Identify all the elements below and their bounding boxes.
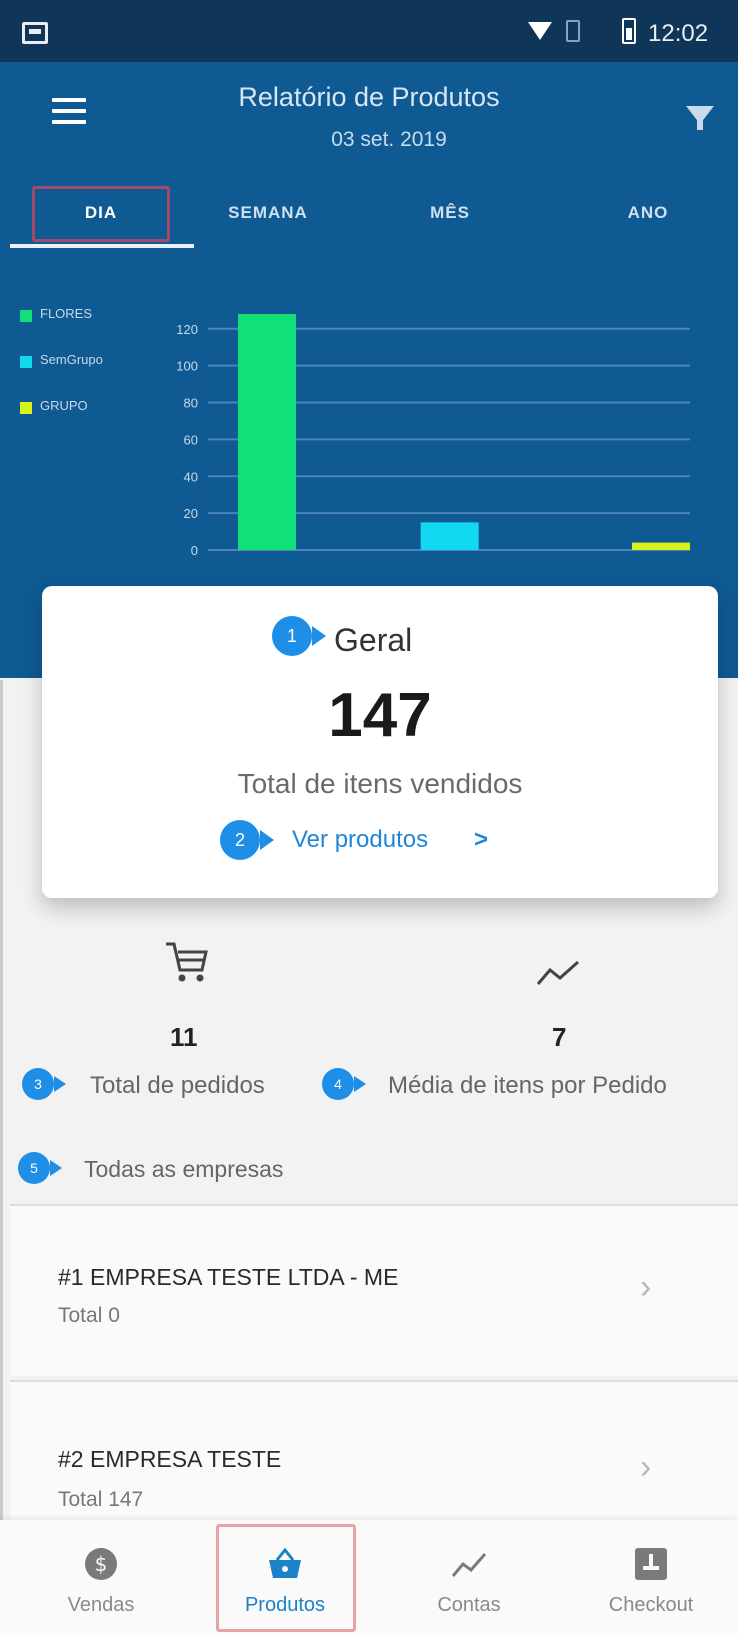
status-bar: 12:02 bbox=[0, 0, 738, 62]
summary-card: 1 Geral 147 Total de itens vendidos 2 Ve… bbox=[42, 586, 718, 898]
nav-label: Contas bbox=[437, 1594, 501, 1616]
total-items-label: Total de itens vendidos bbox=[237, 768, 523, 799]
legend-label: FLORES bbox=[40, 306, 93, 321]
cart-icon bbox=[166, 942, 208, 982]
y-tick-label: 100 bbox=[176, 359, 198, 374]
status-time: 12:02 bbox=[648, 20, 709, 47]
divider bbox=[0, 680, 3, 1635]
chart-legend: FLORES SemGrupo GRUPO bbox=[20, 306, 103, 444]
step-badge: 3 bbox=[22, 1068, 66, 1100]
y-tick-label: 20 bbox=[184, 506, 198, 521]
y-tick-label: 60 bbox=[184, 432, 198, 447]
legend-label: SemGrupo bbox=[40, 352, 103, 367]
y-tick-label: 40 bbox=[184, 469, 198, 484]
chevron-right-icon[interactable]: > bbox=[474, 826, 488, 854]
trend-icon bbox=[536, 960, 579, 985]
chevron-right-icon: › bbox=[640, 1268, 652, 1306]
chart-bar bbox=[632, 542, 690, 550]
nav-highlight bbox=[216, 1524, 356, 1632]
tab-highlight bbox=[32, 186, 170, 242]
battery-icon bbox=[622, 18, 636, 44]
view-products-link[interactable]: Ver produtos bbox=[292, 826, 428, 854]
companies-filter[interactable]: Todas as empresas bbox=[84, 1156, 283, 1183]
nav-vendas[interactable]: $ Vendas bbox=[16, 1520, 186, 1635]
company-total: Total 147 bbox=[58, 1488, 144, 1511]
legend-swatch bbox=[20, 310, 32, 322]
tab-semana[interactable]: SEMANA bbox=[198, 180, 338, 246]
tab-ano[interactable]: ANO bbox=[580, 180, 716, 246]
card-heading: Geral bbox=[334, 622, 413, 658]
sim-icon bbox=[566, 20, 580, 42]
nav-checkout[interactable]: Checkout bbox=[566, 1520, 736, 1635]
step-badge: 5 bbox=[18, 1152, 62, 1184]
company-total: Total 0 bbox=[58, 1304, 120, 1327]
y-tick-label: 0 bbox=[191, 543, 198, 558]
page-title: Relatório de Produtos bbox=[238, 82, 500, 112]
legend-swatch bbox=[20, 356, 32, 368]
save-icon bbox=[22, 22, 48, 44]
total-orders-label: Total de pedidos bbox=[90, 1072, 265, 1099]
avg-items-label: Média de itens por Pedido bbox=[388, 1072, 667, 1099]
step-badge: 4 bbox=[322, 1068, 366, 1100]
svg-text:$: $ bbox=[95, 1552, 108, 1576]
nav-label: Checkout bbox=[608, 1594, 694, 1616]
legend-item: GRUPO bbox=[20, 398, 103, 444]
filter-icon[interactable] bbox=[686, 106, 714, 130]
bottom-nav: $ Vendas Produtos Contas Checkout bbox=[0, 1520, 738, 1635]
page-subtitle: 03 set. 2019 bbox=[331, 128, 447, 151]
legend-swatch bbox=[20, 402, 32, 414]
chevron-right-icon: › bbox=[640, 1448, 652, 1486]
company-name: #2 EMPRESA TESTE bbox=[58, 1446, 282, 1472]
money-icon: $ bbox=[85, 1548, 117, 1580]
step-badge: 1 bbox=[272, 616, 326, 656]
tab-mes[interactable]: MÊS bbox=[382, 180, 518, 246]
legend-item: FLORES bbox=[20, 306, 103, 352]
trend-icon bbox=[451, 1553, 487, 1577]
avg-items-value: 7 bbox=[552, 1022, 567, 1052]
checkout-icon bbox=[635, 1548, 667, 1580]
company-name: #1 EMPRESA TESTE LTDA - ME bbox=[58, 1264, 399, 1290]
legend-item: SemGrupo bbox=[20, 352, 103, 398]
wifi-icon bbox=[528, 22, 552, 40]
total-items-value: 147 bbox=[328, 681, 432, 750]
legend-label: GRUPO bbox=[40, 398, 88, 413]
total-orders-value: 11 bbox=[170, 1022, 198, 1052]
y-tick-label: 120 bbox=[176, 322, 198, 337]
nav-label: Vendas bbox=[67, 1594, 135, 1616]
nav-contas[interactable]: Contas bbox=[384, 1520, 554, 1635]
list-item[interactable]: #1 EMPRESA TESTE LTDA - ME Total 0 › bbox=[10, 1206, 738, 1376]
y-tick-label: 80 bbox=[184, 396, 198, 411]
step-badge: 2 bbox=[220, 820, 274, 860]
chart-bar bbox=[420, 522, 479, 550]
bar-chart: 0 20 40 60 80 100 120 bbox=[176, 314, 690, 558]
list-item[interactable]: #2 EMPRESA TESTE Total 147 › bbox=[10, 1382, 738, 1520]
chart-bar bbox=[238, 314, 296, 550]
